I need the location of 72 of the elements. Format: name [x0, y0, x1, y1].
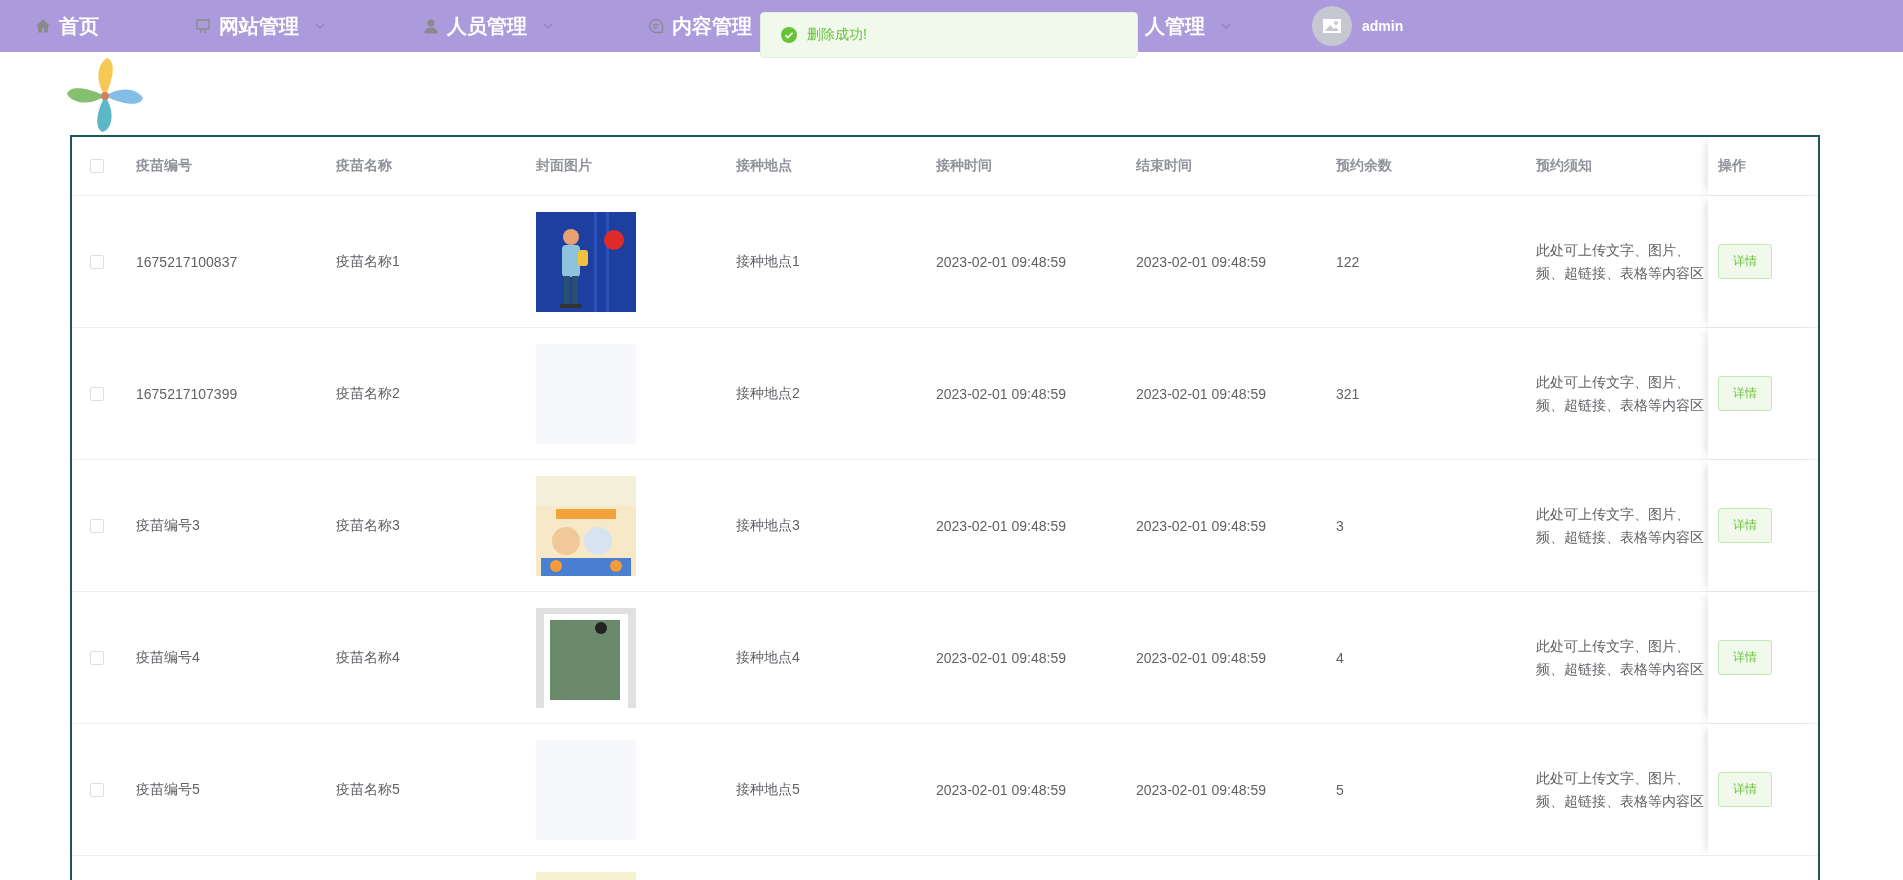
nav-item[interactable]: 网站管理 [195, 12, 325, 40]
table-cell: 疫苗编号5 [136, 780, 200, 799]
chat-icon [648, 18, 664, 34]
column-header: 结束时间 [1136, 157, 1192, 175]
table-cell: 接种地点5 [736, 780, 800, 799]
details-button[interactable]: 详情 [1718, 772, 1772, 807]
details-button[interactable]: 详情 [1718, 376, 1772, 411]
column-header: 操作 [1718, 157, 1746, 175]
column-header: 预约余数 [1336, 157, 1392, 175]
column-header: 封面图片 [536, 157, 592, 175]
table-cell: 疫苗名称3 [336, 516, 400, 535]
nav-item[interactable]: 内容管理 [648, 12, 752, 40]
table-cell-text: 此处可上传文字、图片、 频、超链接、表格等内容区 [1536, 636, 1704, 679]
table-cell: 2023-02-01 09:48:59 [1136, 649, 1266, 666]
table-cell: 1675217107399 [136, 385, 238, 402]
details-button[interactable]: 详情 [1718, 244, 1772, 279]
table-cell: 疫苗名称5 [336, 780, 400, 799]
table-cell: 接种地点4 [736, 648, 800, 667]
column-header: 疫苗名称 [336, 157, 392, 175]
table-cell: 2023-02-01 09:48:59 [936, 649, 1066, 666]
table-cell: 2023-02-01 09:48:59 [1136, 517, 1266, 534]
table-cell: 2023-02-01 09:48:59 [1136, 385, 1266, 402]
chevron-icon [315, 23, 325, 29]
user-name[interactable]: admin [1362, 18, 1404, 34]
person-icon [423, 18, 439, 34]
checkbox[interactable] [90, 518, 104, 533]
column-header: 预约须知 [1536, 157, 1592, 175]
table-cell: 2023-02-01 09:48:59 [1136, 253, 1266, 270]
nav-item[interactable]: 首页 [35, 12, 99, 40]
table-cell: 疫苗名称2 [336, 384, 400, 403]
column-header: 接种地点 [736, 157, 792, 175]
checkbox[interactable] [90, 782, 104, 797]
table-cell: 2023-02-01 09:48:59 [1136, 781, 1266, 798]
column-header: 疫苗编号 [136, 157, 192, 175]
home-icon [35, 18, 51, 34]
table-cell-text: 此处可上传文字、图片、 频、超链接、表格等内容区 [1536, 372, 1704, 415]
nav-item[interactable]: 人员管理 [423, 12, 553, 40]
table-cell: 疫苗编号3 [136, 516, 200, 535]
toast-message: 删除成功! [807, 26, 867, 44]
monitor-icon [195, 18, 211, 34]
table-cell-text: 此处可上传文字、图片、 频、超链接、表格等内容区 [1536, 768, 1704, 811]
table-cell-text: 此处可上传文字、图片、 频、超链接、表格等内容区 [1536, 240, 1704, 283]
chevron-icon [543, 23, 553, 29]
table-cell-text: 此处可上传文字、图片、 频、超链接、表格等内容区 [1536, 504, 1704, 547]
table-cell: 321 [1336, 385, 1360, 402]
table-cell: 疫苗名称1 [336, 252, 400, 271]
avatar[interactable] [1312, 6, 1352, 46]
table-cell: 接种地点2 [736, 384, 800, 403]
nav-item[interactable]: 人管理 [1145, 12, 1231, 40]
table-cell: 122 [1336, 253, 1360, 270]
table-cell: 接种地点1 [736, 252, 800, 271]
table-cell: 接种地点3 [736, 516, 800, 535]
chevron-icon [1221, 23, 1231, 29]
table-cell: 1675217100837 [136, 253, 238, 270]
table-cell: 2023-02-01 09:48:59 [936, 253, 1066, 270]
table-cell: 2023-02-01 09:48:59 [936, 781, 1066, 798]
checkbox[interactable] [90, 386, 104, 401]
column-header: 接种时间 [936, 157, 992, 175]
table-cell: 3 [1336, 517, 1344, 534]
image-icon [1322, 18, 1342, 34]
checkbox[interactable] [90, 159, 104, 173]
table-cell: 疫苗名称4 [336, 648, 400, 667]
table-cell: 5 [1336, 781, 1344, 798]
checkbox[interactable] [90, 650, 104, 665]
checkbox[interactable] [90, 254, 104, 269]
table-cell: 4 [1336, 649, 1344, 666]
details-button[interactable]: 详情 [1718, 640, 1772, 675]
success-icon [781, 27, 797, 43]
table-cell: 2023-02-01 09:48:59 [936, 385, 1066, 402]
details-button[interactable]: 详情 [1718, 508, 1772, 543]
table-cell: 2023-02-01 09:48:59 [936, 517, 1066, 534]
table-cell: 疫苗编号4 [136, 648, 200, 667]
